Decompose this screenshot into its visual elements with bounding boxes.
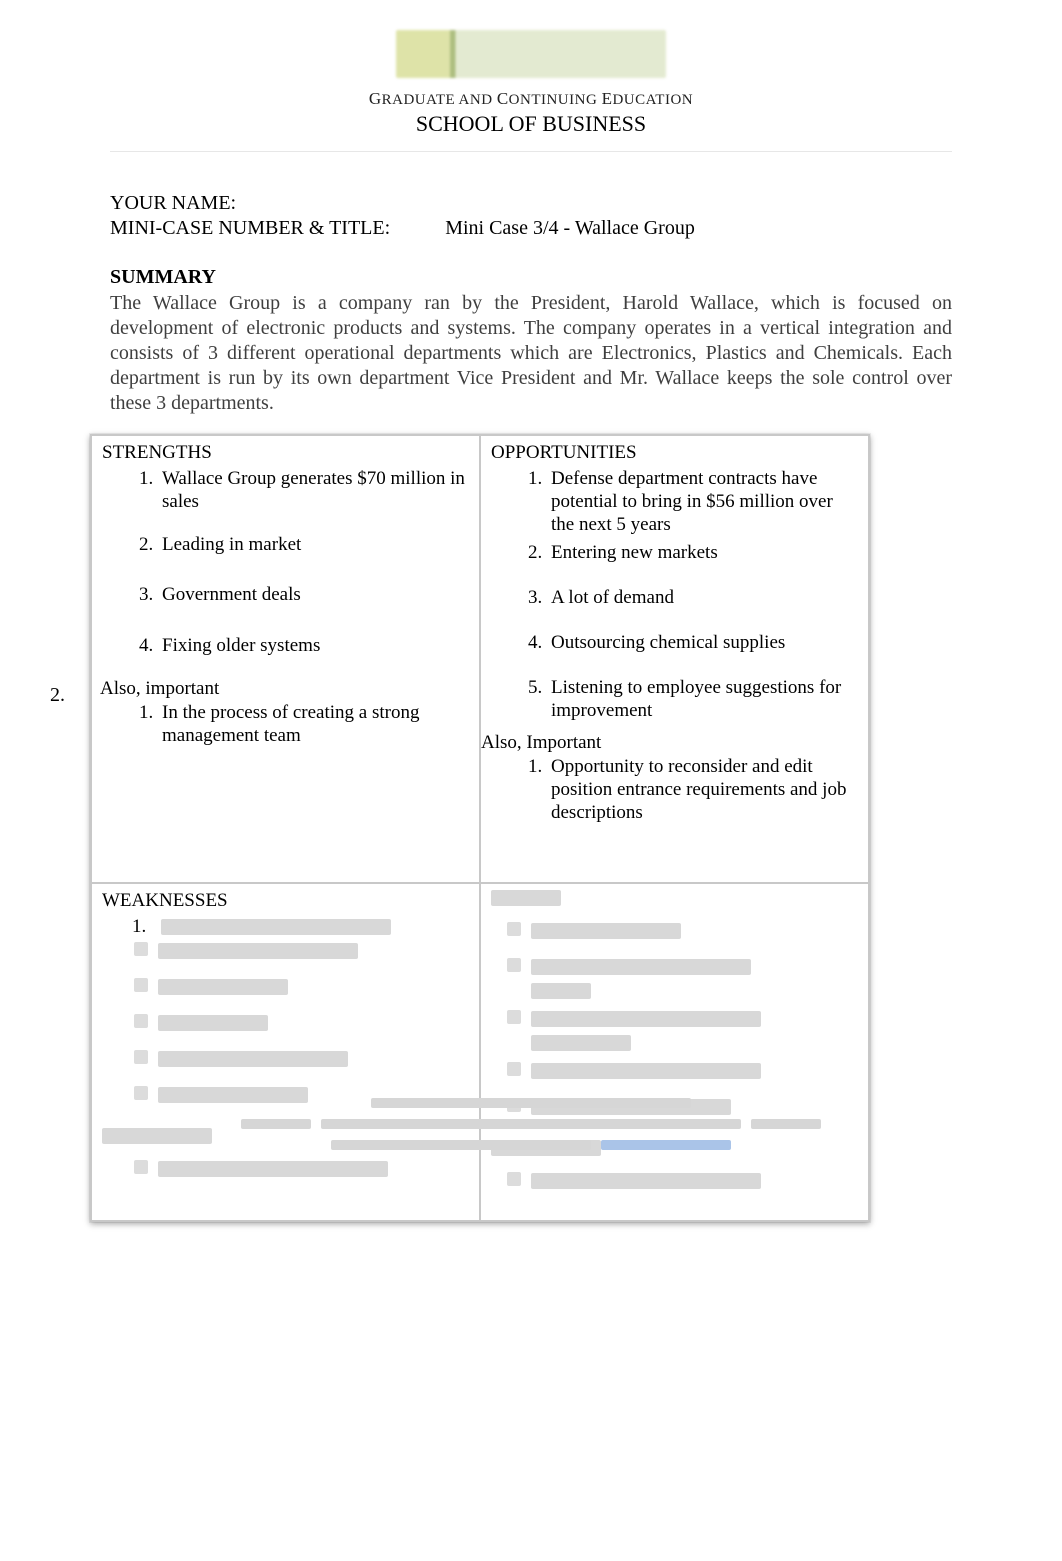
- opportunities-also-list: Opportunity to reconsider and edit posit…: [491, 756, 858, 824]
- strengths-cell: STRENGTHS Wallace Group generates $70 mi…: [91, 435, 480, 883]
- obscured-item: [158, 940, 469, 958]
- list-item: In the process of creating a strong mana…: [158, 702, 469, 748]
- list-item: Government deals: [158, 584, 469, 607]
- list-item: Outsourcing chemical supplies: [547, 632, 858, 655]
- name-row: YOUR NAME:: [110, 192, 952, 215]
- stray-number: 2.: [50, 684, 65, 707]
- strengths-also-label: Also, important: [100, 678, 469, 700]
- list-item: Fixing older systems: [158, 635, 469, 658]
- footer-obscured: [0, 1095, 1062, 1158]
- header-subline-1: GRADUATE AND CONTINUING EDUCATION: [110, 89, 952, 109]
- swot-row-top: STRENGTHS Wallace Group generates $70 mi…: [91, 435, 869, 883]
- weaknesses-first-marker: 1.: [102, 916, 469, 938]
- obscured-item: [158, 976, 469, 994]
- list-item: A lot of demand: [547, 587, 858, 610]
- university-logo: [396, 30, 666, 78]
- header-subline-2: SCHOOL OF BUSINESS: [110, 111, 952, 137]
- obscured-item: [531, 956, 858, 990]
- weaknesses-title: WEAKNESSES: [102, 890, 469, 912]
- list-item: Defense department contracts have potent…: [547, 468, 858, 536]
- strengths-list: Wallace Group generates $70 million in s…: [102, 468, 469, 658]
- opportunities-also-label: Also, Important: [481, 732, 858, 754]
- list-item: Opportunity to reconsider and edit posit…: [547, 756, 858, 824]
- case-value: Mini Case 3/4 - Wallace Group: [445, 217, 695, 240]
- obscured-item: [531, 920, 858, 938]
- list-item: Listening to employee suggestions for im…: [547, 677, 858, 723]
- threats-obscured-list: [491, 920, 858, 1114]
- opportunities-cell: OPPORTUNITIES Defense department contrac…: [480, 435, 869, 883]
- strengths-also-list: In the process of creating a strong mana…: [102, 702, 469, 748]
- swot-row-bottom: WEAKNESSES 1.: [91, 883, 869, 1221]
- obscured-text: [161, 919, 391, 935]
- list-item: Wallace Group generates $70 million in s…: [158, 468, 469, 514]
- threats-title-obscured: [491, 890, 561, 906]
- weaknesses-obscured-also: [102, 1158, 469, 1176]
- case-row: MINI-CASE NUMBER & TITLE: Mini Case 3/4 …: [110, 217, 952, 240]
- case-label: MINI-CASE NUMBER & TITLE:: [110, 217, 390, 240]
- obscured-item: [531, 1170, 858, 1188]
- list-item: Entering new markets: [547, 542, 858, 565]
- summary-text: The Wallace Group is a company ran by th…: [110, 291, 952, 416]
- name-label: YOUR NAME:: [110, 192, 236, 215]
- threats-obscured-also: [491, 1170, 858, 1188]
- weaknesses-obscured-list: [102, 940, 469, 1102]
- obscured-item: [158, 1158, 469, 1176]
- threats-cell: [480, 883, 869, 1221]
- obscured-item: [531, 1008, 858, 1042]
- weaknesses-cell: WEAKNESSES 1.: [91, 883, 480, 1221]
- document-header: GRADUATE AND CONTINUING EDUCATION SCHOOL…: [110, 20, 952, 152]
- obscured-item: [158, 1048, 469, 1066]
- obscured-item: [531, 1060, 858, 1078]
- summary-title: SUMMARY: [110, 266, 952, 289]
- opportunities-title: OPPORTUNITIES: [491, 442, 858, 464]
- document-page: GRADUATE AND CONTINUING EDUCATION SCHOOL…: [0, 0, 1062, 1222]
- opportunities-list: Defense department contracts have potent…: [491, 468, 858, 722]
- list-item: Leading in market: [158, 534, 469, 557]
- strengths-title: STRENGTHS: [102, 442, 469, 464]
- obscured-item: [158, 1012, 469, 1030]
